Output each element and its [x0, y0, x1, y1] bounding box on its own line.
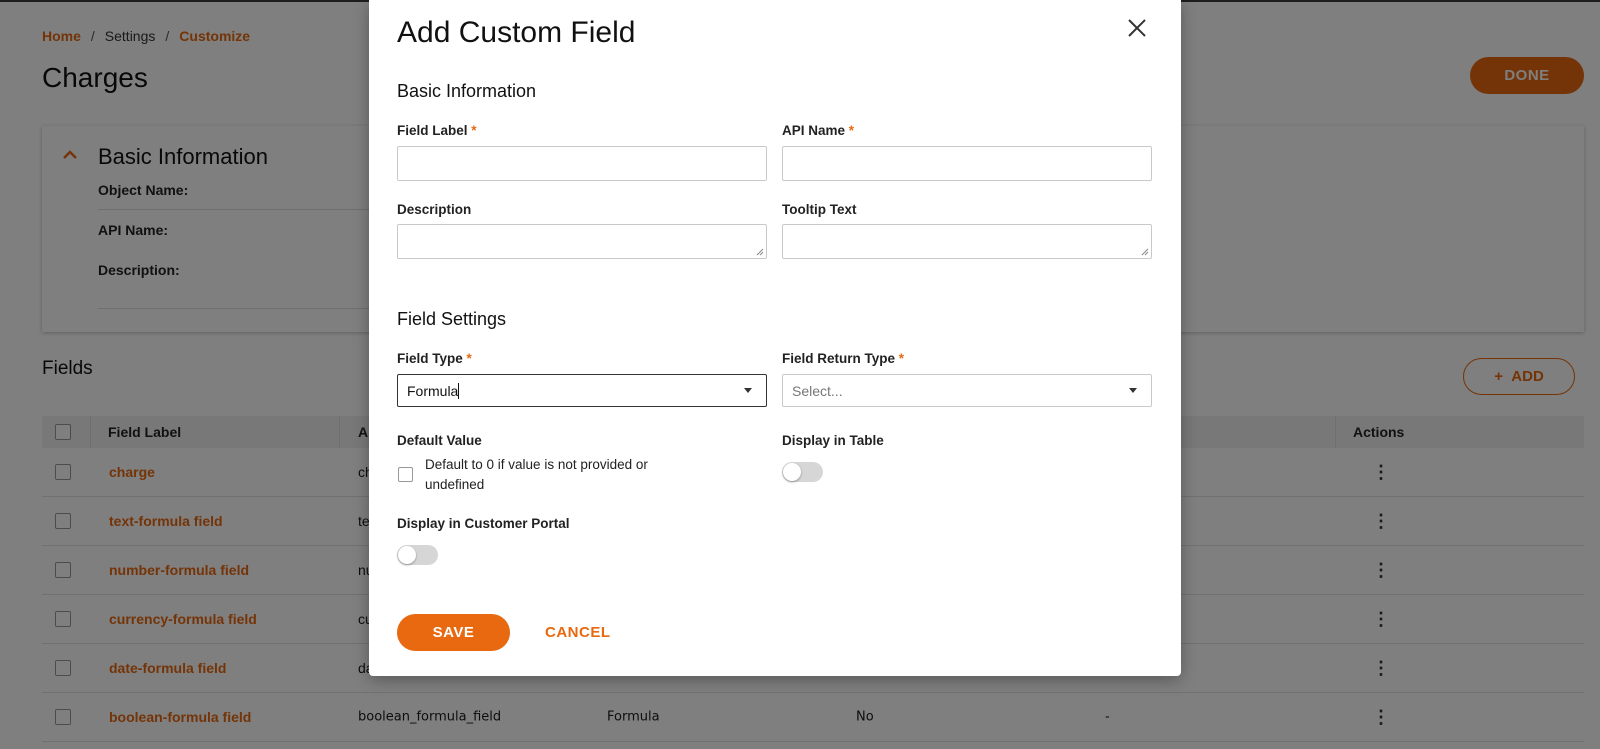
caret-down-icon[interactable] [744, 388, 752, 393]
display-in-table-label: Display in Table [782, 433, 884, 448]
cancel-button[interactable]: CANCEL [545, 614, 611, 651]
toggle-knob [398, 546, 416, 564]
add-custom-field-modal: Add Custom Field Basic Information Field… [369, 0, 1181, 676]
field-return-type-placeholder: Select... [792, 382, 843, 399]
api-name-input[interactable] [782, 146, 1152, 181]
basic-information-heading: Basic Information [397, 81, 537, 101]
default-zero-checkbox[interactable] [398, 467, 413, 482]
resize-handle-icon[interactable] [1141, 248, 1149, 256]
field-label-label: Field Label * [397, 123, 477, 138]
field-type-value: Formula [407, 382, 459, 399]
field-settings-heading: Field Settings [397, 309, 507, 329]
caret-down-icon[interactable] [1129, 388, 1137, 393]
field-type-select[interactable]: Formula [397, 374, 767, 407]
field-return-type-label: Field Return Type * [782, 351, 905, 366]
toggle-knob [783, 463, 801, 481]
resize-handle-icon[interactable] [756, 248, 764, 256]
description-textarea[interactable] [397, 224, 767, 259]
tooltip-text-label: Tooltip Text [782, 202, 857, 217]
close-icon[interactable] [1125, 16, 1149, 40]
text-cursor [458, 382, 460, 399]
display-in-portal-toggle[interactable] [397, 545, 438, 565]
modal-title: Add Custom Field [397, 16, 636, 49]
field-type-label: Field Type * [397, 351, 472, 366]
display-in-portal-label: Display in Customer Portal [397, 516, 570, 531]
tooltip-text-textarea[interactable] [782, 224, 1152, 259]
display-in-table-toggle[interactable] [782, 462, 823, 482]
field-return-type-select[interactable]: Select... [782, 374, 1152, 407]
description-label: Description [397, 202, 472, 217]
field-label-input[interactable] [397, 146, 767, 181]
api-name-label: API Name * [782, 123, 855, 138]
default-zero-text: Default to 0 if value is not provided or… [425, 457, 648, 492]
default-value-label: Default Value [397, 433, 482, 448]
save-button[interactable]: SAVE [397, 614, 510, 651]
